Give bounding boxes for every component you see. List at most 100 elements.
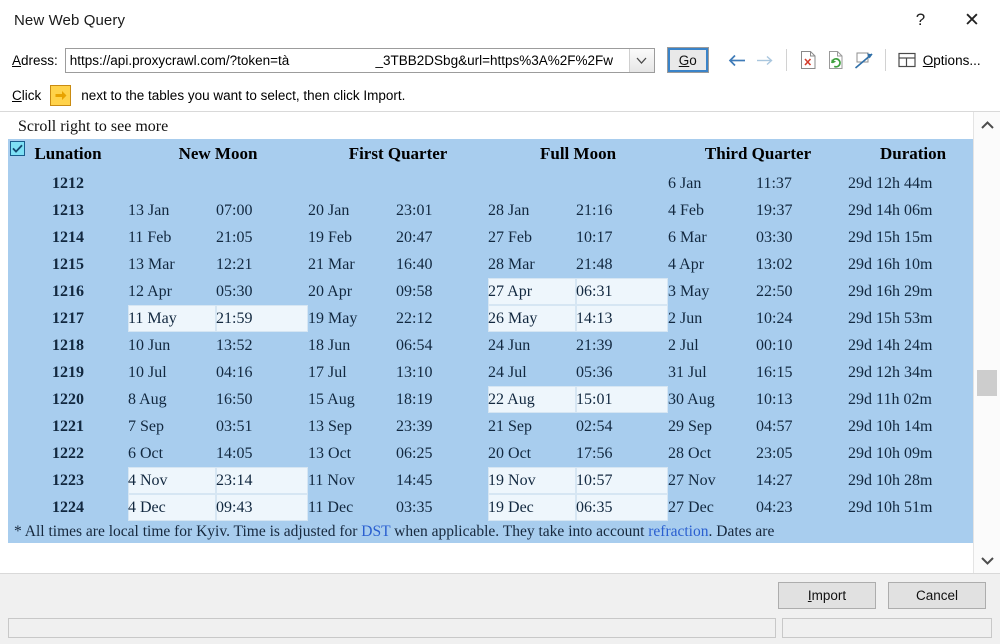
table-cell: 13:52 (216, 332, 308, 359)
table-cell: 24 Jun (488, 332, 576, 359)
close-button[interactable]: ✕ (944, 0, 1000, 40)
back-arrow-icon[interactable] (723, 46, 751, 74)
title-bar: New Web Query ? ✕ (0, 0, 1000, 40)
table-cell: 19 Nov (488, 467, 576, 494)
table-cell: 21 Sep (488, 413, 576, 440)
import-button[interactable]: Import (778, 582, 876, 609)
scrollbar-track[interactable] (974, 138, 1000, 547)
address-combobox[interactable] (65, 48, 655, 73)
table-cell: 1223 (8, 467, 128, 494)
table-cell: 21:39 (576, 332, 668, 359)
table-cell: 6 Oct (128, 440, 216, 467)
table-cell: 11 May (128, 305, 216, 332)
table-cell: 29d 10h 09m (848, 440, 973, 467)
table-cell: 22:50 (756, 278, 848, 305)
table-cell: 3 May (668, 278, 756, 305)
table-cell: 27 Dec (668, 494, 756, 521)
scroll-hint-text: Scroll right to see more (0, 112, 973, 139)
table-cell: 23:39 (396, 413, 488, 440)
refresh-icon[interactable] (822, 46, 850, 74)
table-cell: 06:31 (576, 278, 668, 305)
table-cell: 28 Jan (488, 197, 576, 224)
table-cell: 8 Aug (128, 386, 216, 413)
table-cell: 4 Dec (128, 494, 216, 521)
table-row: 121910 Jul04:1617 Jul13:1024 Jul05:3631 … (8, 359, 973, 386)
column-header-first-quarter: First Quarter (308, 139, 488, 170)
table-select-checkbox[interactable] (10, 141, 25, 156)
table-cell: 09:43 (216, 494, 308, 521)
table-row: 121810 Jun13:5218 Jun06:5424 Jun21:392 J… (8, 332, 973, 359)
table-cell: 16:40 (396, 251, 488, 278)
vertical-scrollbar[interactable] (973, 112, 1000, 573)
table-cell: 10 Jul (128, 359, 216, 386)
table-cell: 23:01 (396, 197, 488, 224)
stop-icon[interactable] (794, 46, 822, 74)
hide-icons-icon[interactable] (850, 46, 878, 74)
toolbar-separator-2 (885, 49, 886, 71)
table-cell: 22 Aug (488, 386, 576, 413)
table-cell: 21:48 (576, 251, 668, 278)
table-cell: 14:45 (396, 467, 488, 494)
table-cell: 03:51 (216, 413, 308, 440)
table-row: 121612 Apr05:3020 Apr09:5827 Apr06:313 M… (8, 278, 973, 305)
table-row: 121411 Feb21:0519 Feb20:4727 Feb10:176 M… (8, 224, 973, 251)
selectable-table-block[interactable]: Lunation New Moon First Quarter Full Moo… (8, 139, 973, 521)
dst-link[interactable]: DST (361, 523, 390, 540)
title-bar-buttons: ? ✕ (897, 0, 1000, 40)
table-cell: 20 Jan (308, 197, 396, 224)
cancel-button[interactable]: Cancel (888, 582, 986, 609)
go-accel: G (679, 53, 690, 68)
table-cell: 29d 12h 34m (848, 359, 973, 386)
scroll-down-icon[interactable] (974, 547, 1000, 573)
table-cell: 03:35 (396, 494, 488, 521)
table-cell: 10:13 (756, 386, 848, 413)
table-cell: 19 Dec (488, 494, 576, 521)
forward-arrow-icon[interactable] (751, 46, 779, 74)
table-cell: 11 Feb (128, 224, 216, 251)
table-cell: 29d 15h 15m (848, 224, 973, 251)
scrollbar-thumb[interactable] (977, 370, 997, 396)
table-cell: 1218 (8, 332, 128, 359)
table-cell: 00:10 (756, 332, 848, 359)
table-cell: 23:05 (756, 440, 848, 467)
table-cell: 21 Mar (308, 251, 396, 278)
table-cell: 7 Sep (128, 413, 216, 440)
table-cell: 15:01 (576, 386, 668, 413)
refraction-link[interactable]: refraction (648, 523, 708, 540)
table-cell: 06:54 (396, 332, 488, 359)
table-cell: 1220 (8, 386, 128, 413)
table-cell: 11 Dec (308, 494, 396, 521)
address-input[interactable] (66, 49, 629, 72)
table-cell: 06:35 (576, 494, 668, 521)
toolbar-separator-1 (786, 49, 787, 71)
options-label: ptions... (933, 53, 980, 68)
table-cell: 15 Aug (308, 386, 396, 413)
options-button[interactable]: Options... (923, 53, 981, 68)
table-row: 12244 Dec09:4311 Dec03:3519 Dec06:3527 D… (8, 494, 973, 521)
table-cell: 16:15 (756, 359, 848, 386)
go-label: o (689, 53, 697, 68)
options-window-icon[interactable] (893, 46, 921, 74)
table-cell: 26 May (488, 305, 576, 332)
table-cell: 07:00 (216, 197, 308, 224)
table-cell: 27 Feb (488, 224, 576, 251)
table-cell: 17 Jul (308, 359, 396, 386)
table-cell (128, 170, 216, 197)
table-cell: 14:27 (756, 467, 848, 494)
table-header-row: Lunation New Moon First Quarter Full Moo… (8, 139, 973, 170)
go-button[interactable]: Go (667, 47, 709, 73)
help-button[interactable]: ? (897, 0, 944, 40)
table-cell (488, 170, 576, 197)
moon-phases-table: Lunation New Moon First Quarter Full Moo… (8, 139, 973, 521)
table-cell: 6 Mar (668, 224, 756, 251)
footnote-part2: when applicable. They take into account (390, 523, 648, 540)
chevron-down-icon[interactable] (629, 49, 654, 72)
table-cell: 1214 (8, 224, 128, 251)
table-cell: 29 Sep (668, 413, 756, 440)
table-footnote: * All times are local time for Kyiv. Tim… (8, 521, 973, 543)
table-cell: 04:23 (756, 494, 848, 521)
scroll-up-icon[interactable] (974, 112, 1000, 138)
table-cell: 29d 14h 06m (848, 197, 973, 224)
table-cell (576, 170, 668, 197)
status-message (8, 618, 776, 638)
